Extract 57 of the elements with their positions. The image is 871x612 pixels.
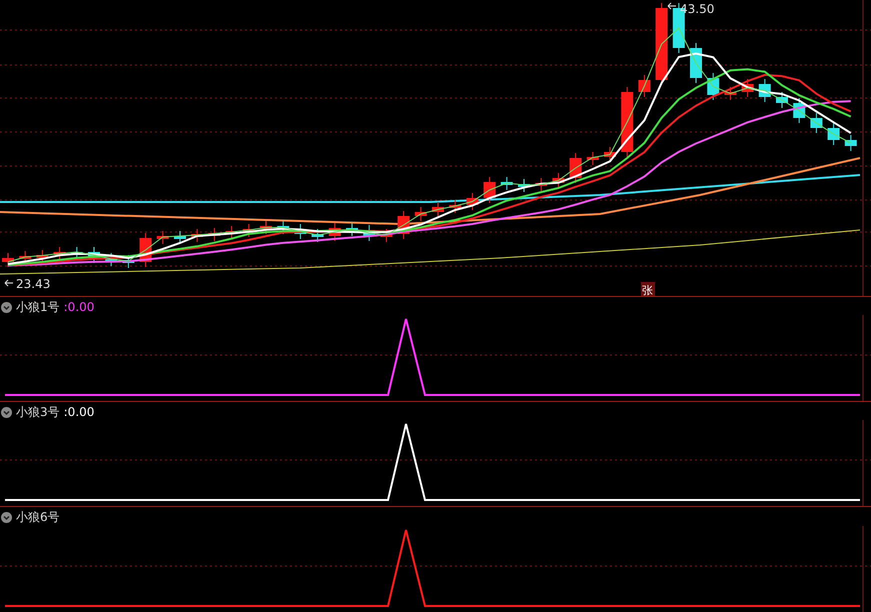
- candlestick: [638, 74, 650, 98]
- candlestick: [776, 92, 788, 108]
- candlestick: [449, 200, 462, 214]
- candlestick: [2, 252, 14, 268]
- candlestick: [363, 224, 376, 242]
- arrow-icon: [4, 280, 14, 286]
- indicator-name: 小狼3号: [16, 404, 60, 420]
- high-price-label: 43.50: [680, 2, 714, 16]
- candlestick: [758, 78, 771, 102]
- candlestick: [260, 220, 272, 234]
- candlestick: [312, 228, 324, 242]
- candlestick: [518, 178, 530, 192]
- collapse-icon[interactable]: [1, 512, 12, 522]
- candlestick: [742, 78, 754, 98]
- candlestick: [604, 146, 616, 162]
- candlestick: [277, 220, 290, 234]
- candlestick: [535, 178, 548, 192]
- indicator-name: 小狼1号: [16, 298, 60, 316]
- candlestick: [484, 176, 496, 204]
- candlestick: [844, 134, 857, 152]
- collapse-icon[interactable]: [1, 406, 12, 418]
- candlestick: [432, 202, 444, 218]
- candlestick: [586, 152, 599, 166]
- candlestick: [36, 250, 48, 264]
- candlestick: [552, 172, 564, 188]
- candlestick: [208, 228, 220, 242]
- candlestick: [328, 222, 341, 242]
- candlestick: [398, 210, 410, 240]
- candlestick: [191, 228, 204, 242]
- candlestick: [380, 228, 392, 242]
- candlestick: [621, 86, 634, 158]
- candlestick: [122, 254, 134, 268]
- candlestick: [88, 246, 100, 264]
- candlestick: [793, 98, 806, 124]
- candlestick: [500, 176, 513, 190]
- candlestick: [156, 230, 169, 244]
- candlestick: [242, 224, 255, 238]
- candlestick: [810, 112, 822, 134]
- candlestick: [346, 222, 358, 236]
- candlestick: [466, 192, 478, 210]
- candlestick: [570, 152, 582, 184]
- candlestick: [414, 206, 427, 222]
- candlestick: [294, 224, 306, 240]
- candlestick: [105, 252, 118, 266]
- indicator-value: :0.00: [64, 300, 94, 314]
- collapse-icon[interactable]: [1, 302, 12, 312]
- candlestick: [140, 232, 152, 268]
- candlestick: [54, 246, 66, 260]
- candlestick: [174, 230, 186, 244]
- indicator-value: :0.00: [64, 405, 94, 419]
- indicator-name: 小狼6号: [16, 508, 60, 526]
- low-price-label: 23.43: [16, 277, 50, 291]
- candlestick: [724, 86, 736, 100]
- candlestick: [828, 122, 840, 146]
- candlestick: [707, 72, 720, 100]
- arrow-icon: [668, 2, 676, 10]
- limit-badge: 张: [641, 282, 655, 296]
